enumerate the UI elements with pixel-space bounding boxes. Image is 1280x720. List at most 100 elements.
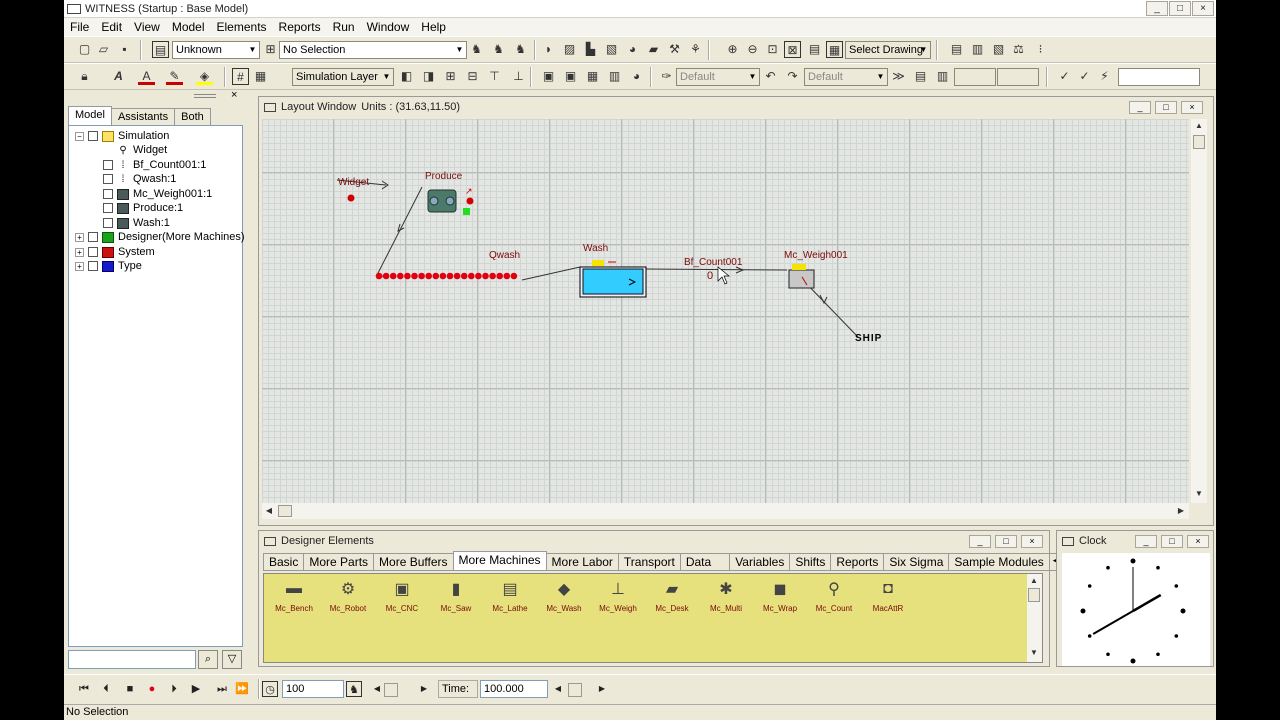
qwash-label[interactable]: Qwash	[489, 250, 520, 261]
line-style-icon[interactable]: ≫	[890, 68, 907, 85]
tree-checkbox[interactable]	[88, 131, 98, 141]
explorer-close-icon[interactable]: ×	[231, 89, 237, 101]
save-icon[interactable]: ▪	[116, 41, 133, 58]
tree-item-widget[interactable]: ⚲ Widget	[103, 143, 167, 157]
tree-item-simulation[interactable]: − Simulation	[75, 129, 169, 143]
align-icon[interactable]: ⊥	[510, 68, 527, 85]
tree-item-produce[interactable]: Produce:1	[103, 201, 183, 215]
time-value-field[interactable]: 100.000	[480, 680, 548, 698]
tree-item-system[interactable]: + System	[75, 245, 155, 259]
default-combo-2[interactable]: Default ▼	[804, 68, 888, 86]
step-back-icon[interactable]: ⏴	[98, 681, 114, 697]
time-slider-thumb[interactable]	[568, 683, 582, 697]
designer-item-mc-cnc[interactable]: ▣ Mc_CNC	[376, 578, 428, 613]
document-edit-icon[interactable]: ▧	[990, 41, 1007, 58]
width-field[interactable]	[954, 68, 996, 86]
filter-icon[interactable]: ▽	[222, 650, 242, 669]
tab-shifts[interactable]: Shifts	[789, 553, 832, 571]
tree-checkbox[interactable]	[103, 174, 113, 184]
menu-file[interactable]: File	[64, 20, 95, 34]
step-icon[interactable]: ⏵	[166, 681, 182, 697]
undo-icon[interactable]: ↶	[762, 68, 779, 85]
rotate-right-icon[interactable]: ▣	[562, 68, 579, 85]
tree-item-mc-weigh[interactable]: Mc_Weigh001:1	[103, 187, 212, 201]
3d-icon[interactable]: ◕	[628, 68, 645, 85]
fill-color-icon[interactable]: ◈	[196, 68, 213, 85]
widget-label[interactable]: Widget	[338, 177, 369, 188]
tab-six-sigma[interactable]: Six Sigma	[883, 553, 950, 571]
scroll-thumb[interactable]	[1028, 588, 1040, 602]
walk-icon[interactable]: ♞	[468, 41, 485, 58]
close-button[interactable]: ×	[1192, 1, 1214, 16]
mc-weigh-label[interactable]: Mc_Weigh001	[784, 250, 848, 261]
clock-restore-button[interactable]: □	[1161, 535, 1183, 548]
time-left-icon[interactable]: ◀	[550, 681, 566, 697]
marker-icon[interactable]: ✑	[658, 68, 675, 85]
layer-combo[interactable]: Simulation Layer ▼	[292, 68, 394, 86]
layout-vertical-scrollbar[interactable]: ▲ ▼	[1191, 119, 1207, 503]
balance-icon[interactable]: ⚖	[1010, 41, 1027, 58]
layer-back-icon[interactable]: ◨	[420, 68, 437, 85]
designer-item-mc-weigh[interactable]: ⊥ Mc_Weigh	[592, 578, 644, 613]
font-icon[interactable]: A	[110, 68, 127, 85]
add-element-icon[interactable]: ⊞	[262, 41, 279, 58]
tab-assistants[interactable]: Assistants	[110, 108, 176, 125]
page-icon[interactable]: ▤	[806, 41, 823, 58]
designer-item-mc-wrap[interactable]: ◼ Mc_Wrap	[754, 578, 806, 613]
tree-checkbox[interactable]	[103, 203, 113, 213]
tab-variables[interactable]: Variables	[729, 553, 791, 571]
menu-edit[interactable]: Edit	[95, 20, 128, 34]
rewind-icon[interactable]: ⏮	[76, 681, 92, 697]
new-icon[interactable]: ▢	[76, 41, 93, 58]
tree-checkbox[interactable]	[103, 160, 113, 170]
tree-checkbox[interactable]	[103, 218, 113, 228]
minimize-button[interactable]: _	[1146, 1, 1168, 16]
text-color-icon[interactable]: A	[138, 68, 155, 85]
line-color-icon[interactable]: ✎	[166, 68, 183, 85]
tree-checkbox[interactable]	[88, 232, 98, 242]
element-type-icon[interactable]: ▤	[152, 41, 169, 58]
selection-combo[interactable]: No Selection ▼	[279, 41, 467, 59]
scroll-up-icon[interactable]: ▲	[1027, 576, 1041, 585]
walk-mode-icon[interactable]: ♞	[346, 681, 362, 697]
layout-restore-button[interactable]: □	[1155, 101, 1177, 114]
scroll-down-icon[interactable]: ▼	[1027, 648, 1041, 657]
check-icon[interactable]: ✓	[1056, 68, 1073, 85]
tab-data[interactable]: Data	[679, 553, 731, 571]
designer-item-mc-lathe[interactable]: ▤ Mc_Lathe	[484, 578, 536, 613]
rotate-left-icon[interactable]: ▣	[540, 68, 557, 85]
layer-front-icon[interactable]: ◧	[398, 68, 415, 85]
layout-close-button[interactable]: ×	[1181, 101, 1203, 114]
tab-model[interactable]: Model	[68, 106, 112, 125]
zoom-window-icon[interactable]: ⊠	[784, 41, 801, 58]
play-icon[interactable]: ▶	[188, 681, 204, 697]
command-field[interactable]	[1118, 68, 1200, 86]
part-tool-icon[interactable]: ◗	[540, 41, 557, 58]
designer-item-mc-robot[interactable]: ⚙ Mc_Robot	[322, 578, 374, 613]
drawing-combo[interactable]: Select Drawing ▼	[845, 41, 931, 59]
ungroup-icon[interactable]: ⊟	[464, 68, 481, 85]
scroll-thumb[interactable]	[278, 505, 292, 517]
menu-run[interactable]: Run	[327, 20, 361, 34]
collapse-icon[interactable]: −	[75, 131, 84, 141]
stop-icon[interactable]: ■	[122, 681, 138, 697]
explorer-search-input[interactable]	[68, 650, 196, 669]
step-forward-icon[interactable]: ⏭	[214, 681, 230, 697]
step-count-input[interactable]: 100	[282, 680, 344, 698]
designer-minimize-button[interactable]: _	[969, 535, 991, 548]
shape-tool-icon[interactable]: ▰	[645, 41, 662, 58]
fast-forward-icon[interactable]: ⏩	[234, 681, 250, 697]
designer-item-mc-wash[interactable]: ◆ Mc_Wash	[538, 578, 590, 613]
expand-icon[interactable]: +	[75, 247, 84, 257]
flip-tool-icon[interactable]: ▙	[582, 41, 599, 58]
grid-select-icon[interactable]: ▦	[826, 41, 843, 58]
menu-reports[interactable]: Reports	[273, 20, 327, 34]
tab-more-labor[interactable]: More Labor	[545, 553, 619, 571]
document-icon[interactable]: ▤	[948, 41, 965, 58]
scroll-down-icon[interactable]: ▼	[1192, 489, 1206, 498]
speed-right-icon[interactable]: ▶	[416, 681, 432, 697]
bf-count-label[interactable]: Bf_Count001	[684, 257, 742, 268]
scroll-up-icon[interactable]: ▲	[1192, 121, 1206, 130]
redo-icon[interactable]: ↷	[784, 68, 801, 85]
tab-more-parts[interactable]: More Parts	[303, 553, 375, 571]
